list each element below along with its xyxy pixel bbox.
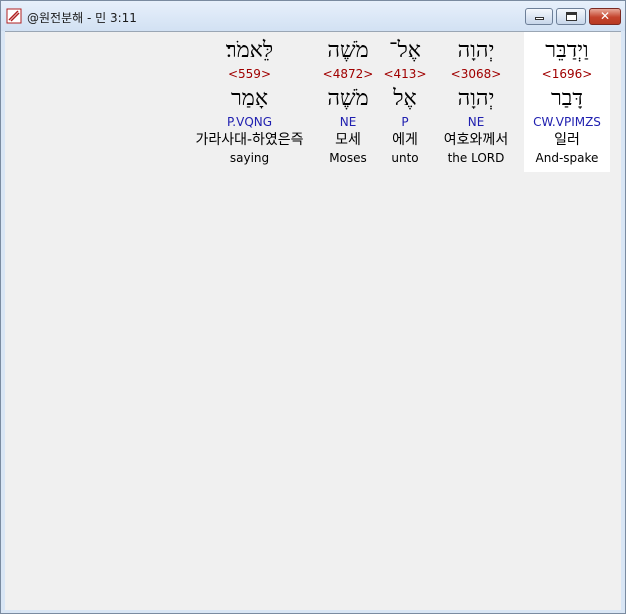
english-gloss: Moses xyxy=(329,151,367,165)
hebrew-root: יְהוָה xyxy=(457,86,495,111)
korean-gloss: 모세 xyxy=(335,132,361,148)
close-icon: ✕ xyxy=(599,9,611,23)
strong-number[interactable]: <559> xyxy=(181,66,318,82)
english-gloss: saying xyxy=(229,151,270,165)
hebrew-root: דָּבַר xyxy=(551,86,583,111)
parsing-code: P xyxy=(401,115,409,129)
maximize-icon xyxy=(566,12,577,21)
close-button[interactable]: ✕ xyxy=(589,8,621,25)
strong-number[interactable]: <413> xyxy=(378,66,432,82)
english-gloss: unto xyxy=(391,151,419,165)
parsing-code: NE xyxy=(339,115,357,129)
window-title: @원전분해 - 민 3:11 xyxy=(27,11,137,25)
hebrew-word: אֶל־ xyxy=(389,38,421,63)
word-column-5[interactable]: לֵּאמֹר׃ <559> אָמַר P.VQNG 가라사대-하였은즉 sa… xyxy=(181,32,318,172)
english-gloss: And-spake xyxy=(535,151,599,165)
interlinear-panel: וַיְדַבֵּר <1696> דָּבַר CW.VPIMZS 일러 An… xyxy=(5,31,621,610)
korean-gloss: 여호와께서 xyxy=(443,132,509,148)
korean-gloss: 일러 xyxy=(554,132,580,148)
strong-number[interactable]: <4872> xyxy=(318,66,378,82)
hebrew-root: אָמַר xyxy=(230,86,269,111)
parsing-code: P.VQNG xyxy=(226,115,273,129)
parsing-code: NE xyxy=(467,115,485,129)
hebrew-root: מֹשֶׁה xyxy=(327,86,369,111)
word-column-2[interactable]: יְהוָה <3068> יְהוָה NE 여호와께서 the LORD xyxy=(432,32,520,172)
hebrew-root: אֶל xyxy=(393,86,417,111)
maximize-button[interactable] xyxy=(556,8,586,25)
title-bar[interactable]: @원전분해 - 민 3:11 ✕ xyxy=(1,1,625,31)
strong-number[interactable]: <1696> xyxy=(524,66,610,82)
word-column-4[interactable]: מֹשֶׁה <4872> מֹשֶׁה NE 모세 Moses xyxy=(318,32,378,172)
app-window: @원전분해 - 민 3:11 ✕ וַיְדַבֵּר <1696> דָּבַ… xyxy=(0,0,626,614)
word-column-3[interactable]: אֶל־ <413> אֶל P 에게 unto xyxy=(378,32,432,172)
korean-gloss: 가라사대-하였은즉 xyxy=(195,132,304,148)
hebrew-word: לֵּאמֹר׃ xyxy=(225,38,274,63)
hebrew-word: וַיְדַבֵּר xyxy=(545,38,589,63)
strong-number[interactable]: <3068> xyxy=(432,66,520,82)
english-gloss: the LORD xyxy=(447,151,505,165)
parsing-code: CW.VPIMZS xyxy=(533,115,601,129)
korean-gloss: 에게 xyxy=(392,132,418,148)
word-column-1[interactable]: וַיְדַבֵּר <1696> דָּבַר CW.VPIMZS 일러 An… xyxy=(524,32,610,172)
minimize-button[interactable] xyxy=(525,8,553,25)
hebrew-word: יְהוָה xyxy=(457,38,495,63)
hebrew-word: מֹשֶׁה xyxy=(327,38,369,63)
app-icon[interactable] xyxy=(6,8,22,24)
minimize-icon xyxy=(535,17,544,20)
